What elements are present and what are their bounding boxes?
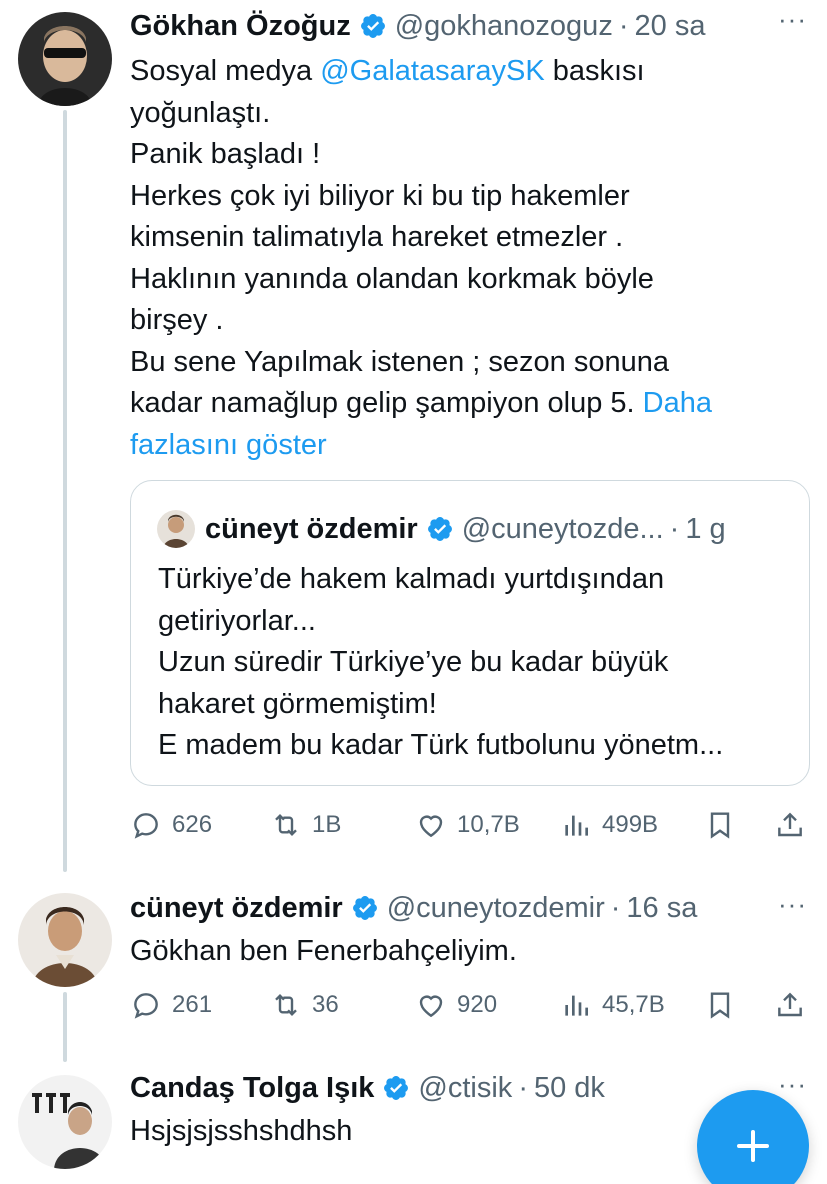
text-line: Hsjsjsjsshshdhsh xyxy=(130,1115,353,1147)
like-icon xyxy=(419,995,443,1018)
author-handle[interactable]: @gokhanozoguz xyxy=(395,10,613,43)
text-segment: kadar namağlup gelip şampiyon olup 5. xyxy=(130,387,643,419)
more-icon[interactable]: ··· xyxy=(778,891,807,917)
like-count: 920 xyxy=(457,991,498,1018)
reply-button[interactable]: 626 xyxy=(130,805,212,845)
action-bar: 626 1B 10,7B 499B xyxy=(130,805,810,845)
text-line: Uzun süredir Türkiye’ye bu kadar büyük xyxy=(158,646,669,678)
tweet-text: Sosyal medya @GalatasaraySK baskısı yoğu… xyxy=(130,51,712,466)
views-icon xyxy=(565,995,588,1016)
action-bar: 261 36 920 45,7B xyxy=(130,985,810,1025)
author-name[interactable]: cüneyt özdemir xyxy=(130,892,343,925)
bookmark-icon xyxy=(710,992,730,1019)
views-count: 45,7B xyxy=(602,991,665,1018)
reply-button[interactable]: 261 xyxy=(130,985,212,1025)
timestamp[interactable]: 20 sa xyxy=(635,10,706,43)
tweet-header: Candaş Tolga Işık @ctisik · 50 dk xyxy=(130,1065,605,1111)
verified-badge-icon xyxy=(384,1076,409,1100)
tweet-header: cüneyt özdemir @cuneytozdemir · 16 sa xyxy=(130,885,697,931)
like-button[interactable]: 10,7B xyxy=(415,805,520,845)
text-segment: Sosyal medya xyxy=(130,55,321,87)
verified-badge-icon xyxy=(427,517,452,541)
text-line: E madem bu kadar Türk futbolunu yönetm..… xyxy=(158,729,724,761)
separator-dot: · xyxy=(669,512,680,545)
quote-text: Türkiye’de hakem kalmadı yurtdışından ge… xyxy=(158,559,723,767)
text-line: Panik başladı ! xyxy=(130,138,321,170)
text-segment: baskısı xyxy=(544,55,645,87)
text-line: yoğunlaştı. xyxy=(130,96,271,129)
reply-count: 261 xyxy=(172,991,213,1018)
tweet-cuneyt[interactable]: cüneyt özdemir @cuneytozdemir · 16 sa ··… xyxy=(0,885,827,1065)
share-button[interactable] xyxy=(774,805,816,845)
bookmark-icon xyxy=(710,812,730,839)
bookmark-button[interactable] xyxy=(704,805,746,845)
tweet-text: Gökhan ben Fenerbahçeliyim. xyxy=(130,931,517,973)
quoted-tweet[interactable]: cüneyt özdemir @cuneytozde... · 1 g Türk… xyxy=(130,480,810,786)
show-more-link[interactable]: Daha xyxy=(643,387,712,419)
tweet-text: Hsjsjsjsshshdhsh xyxy=(130,1111,352,1153)
avatar[interactable] xyxy=(18,12,112,106)
text-line: Bu sene Yapılmak istenen ; sezon sonuna xyxy=(130,345,670,378)
text-line: Herkes çok iyi biliyor ki bu tip hakemle… xyxy=(130,179,630,212)
like-icon xyxy=(419,815,443,838)
separator-dot: · xyxy=(610,891,621,924)
verified-badge-icon xyxy=(352,896,377,920)
more-icon[interactable]: ··· xyxy=(778,1071,807,1097)
retweet-button[interactable]: 1B xyxy=(270,805,341,845)
separator-dot: · xyxy=(518,1071,528,1104)
retweet-icon xyxy=(275,813,297,837)
views-button[interactable]: 45,7B xyxy=(560,985,665,1025)
share-button[interactable] xyxy=(774,985,816,1025)
avatar[interactable] xyxy=(18,893,112,987)
text-line: hakaret görmemiştim! xyxy=(158,687,437,720)
avatar[interactable] xyxy=(18,1075,112,1169)
timestamp[interactable]: 50 dk xyxy=(534,1072,605,1105)
quote-header: cüneyt özdemir @cuneytozde... · 1 g xyxy=(157,510,726,548)
text-line: kimsenin talimatıyla hareket etmezler . xyxy=(130,221,624,253)
share-icon xyxy=(778,812,802,837)
mention-link[interactable]: @GalatasaraySK xyxy=(320,55,544,87)
text-line: Gökhan ben Fenerbahçeliyim. xyxy=(130,935,517,967)
separator-dot: · xyxy=(618,9,629,42)
views-count: 499B xyxy=(602,811,659,838)
tweet-header: Gökhan Özoğuz @gokhanozoguz · 20 sa xyxy=(130,3,705,49)
bookmark-button[interactable] xyxy=(704,985,746,1025)
quote-timestamp: 1 g xyxy=(685,512,726,545)
author-name[interactable]: Gökhan Özoğuz xyxy=(130,10,351,43)
quote-author-handle: @cuneytozde... xyxy=(461,512,664,545)
avatar xyxy=(157,510,195,548)
more-icon[interactable]: ··· xyxy=(778,6,807,32)
text-line: Haklının yanında olandan korkmak böyle xyxy=(130,262,654,295)
retweet-count: 1B xyxy=(312,811,342,838)
compose-plus-icon xyxy=(737,1130,769,1162)
text-line: getiriyorlar... xyxy=(158,604,316,637)
quote-author-name: cüneyt özdemir xyxy=(205,512,418,545)
author-handle[interactable]: @ctisik xyxy=(418,1072,512,1105)
timestamp[interactable]: 16 sa xyxy=(626,892,697,925)
text-line: Türkiye’de hakem kalmadı yurtdışından xyxy=(158,563,665,595)
author-name[interactable]: Candaş Tolga Işık xyxy=(130,1072,374,1105)
views-icon xyxy=(565,815,588,836)
tweet-gokhan[interactable]: Gökhan Özoğuz @gokhanozoguz · 20 sa ··· … xyxy=(0,0,827,870)
show-more-link[interactable]: fazlasını göster xyxy=(130,425,712,467)
views-button[interactable]: 499B xyxy=(560,805,658,845)
verified-badge-icon xyxy=(360,14,385,38)
reply-icon xyxy=(134,993,158,1019)
reply-icon xyxy=(134,813,158,839)
like-count: 10,7B xyxy=(457,811,520,838)
retweet-icon xyxy=(275,993,297,1017)
share-icon xyxy=(778,992,802,1017)
author-handle[interactable]: @cuneytozdemir xyxy=(387,892,605,925)
retweet-count: 36 xyxy=(312,991,339,1018)
reply-count: 626 xyxy=(172,811,213,838)
retweet-button[interactable]: 36 xyxy=(270,985,339,1025)
text-line: birşey . xyxy=(130,304,224,336)
like-button[interactable]: 920 xyxy=(415,985,497,1025)
